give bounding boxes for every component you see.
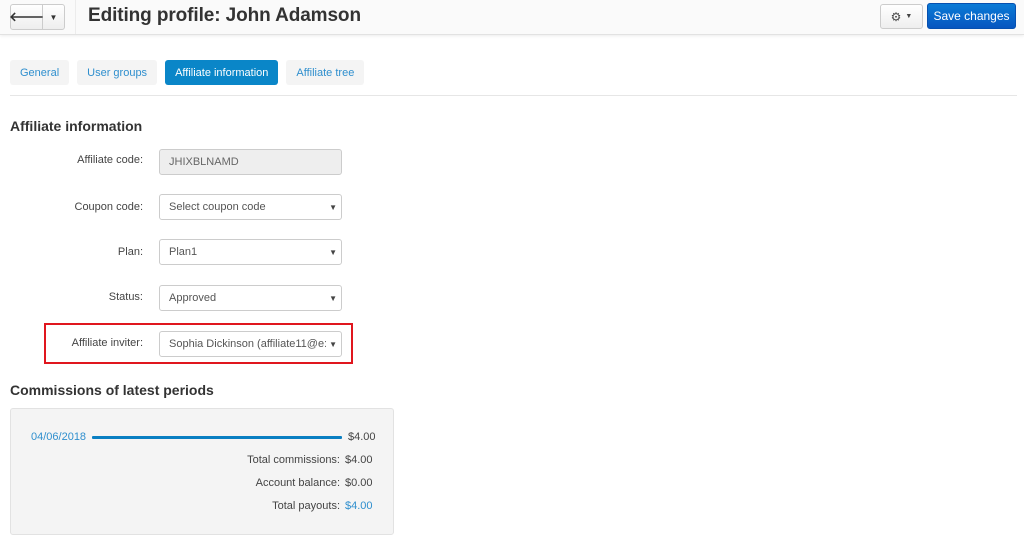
coupon-code-select[interactable]: Select coupon code ▼ bbox=[159, 194, 342, 220]
caret-down-icon: ▼ bbox=[326, 195, 337, 219]
commissions-heading: Commissions of latest periods bbox=[10, 382, 214, 398]
affiliate-code-label: Affiliate code: bbox=[77, 154, 143, 166]
caret-down-icon: ▼ bbox=[326, 332, 337, 356]
tab-affiliate-tree[interactable]: Affiliate tree bbox=[286, 60, 365, 85]
period-date-link[interactable]: 04/06/2018 bbox=[31, 431, 86, 443]
tab-affiliate-information[interactable]: Affiliate information bbox=[165, 60, 279, 85]
caret-down-icon: ▼ bbox=[326, 286, 337, 310]
navigation-button-group: 🡐 ▼ bbox=[9, 4, 65, 30]
plan-label: Plan: bbox=[117, 246, 143, 258]
affiliate-information-heading: Affiliate information bbox=[10, 118, 143, 134]
total-commissions-row: Total commissions: $4.00 bbox=[247, 454, 375, 466]
tab-general[interactable]: General bbox=[10, 60, 70, 85]
total-payouts-row: Total payouts: $4.00 bbox=[272, 500, 375, 512]
profile-tabs: General User groups Affiliate informatio… bbox=[10, 60, 365, 85]
period-amount: $4.00 bbox=[348, 431, 376, 443]
tab-user-groups[interactable]: User groups bbox=[77, 60, 158, 85]
save-changes-button[interactable]: Save changes bbox=[927, 3, 1016, 29]
arrow-left-icon: 🡐 bbox=[9, 9, 44, 24]
total-payouts-link[interactable]: $4.00 bbox=[345, 500, 375, 512]
period-bar bbox=[92, 436, 342, 439]
status-value: Approved bbox=[169, 292, 217, 304]
settings-dropdown-button[interactable]: ⚙ ▼ bbox=[880, 4, 923, 29]
page-title: Editing profile: John Adamson bbox=[88, 5, 361, 26]
affiliate-code-value: JHIXBLNAMD bbox=[169, 156, 239, 168]
coupon-code-value: Select coupon code bbox=[169, 201, 266, 213]
account-balance-row: Account balance: $0.00 bbox=[256, 477, 375, 489]
caret-down-icon: ▼ bbox=[326, 240, 337, 264]
plan-value: Plan1 bbox=[169, 246, 198, 258]
commissions-panel: 04/06/2018 $4.00 Total commissions: $4.0… bbox=[10, 408, 394, 535]
total-commissions-label: Total commissions: bbox=[247, 454, 340, 466]
affiliate-inviter-value: Sophia Dickinson (affiliate11@e: bbox=[169, 338, 328, 350]
caret-down-icon: ▼ bbox=[49, 12, 58, 22]
account-balance-label: Account balance: bbox=[255, 477, 340, 489]
account-balance-value: $0.00 bbox=[345, 477, 373, 489]
status-label: Status: bbox=[108, 291, 143, 303]
gear-icon: ⚙ bbox=[890, 9, 902, 24]
affiliate-code-field[interactable]: JHIXBLNAMD bbox=[159, 149, 342, 175]
coupon-code-label: Coupon code: bbox=[74, 201, 144, 213]
tabs-divider bbox=[10, 95, 1017, 96]
affiliate-inviter-select[interactable]: Sophia Dickinson (affiliate11@e: ▼ bbox=[159, 331, 342, 357]
period-bar-track bbox=[92, 436, 342, 439]
back-button[interactable]: 🡐 bbox=[9, 5, 44, 29]
plan-select[interactable]: Plan1 ▼ bbox=[159, 239, 342, 265]
total-payouts-label: Total payouts: bbox=[272, 500, 340, 512]
toolbar-divider bbox=[75, 0, 76, 34]
total-commissions-value: $4.00 bbox=[345, 454, 373, 466]
back-dropdown-button[interactable]: ▼ bbox=[43, 5, 64, 29]
affiliate-inviter-label: Affiliate inviter: bbox=[71, 337, 143, 349]
status-select[interactable]: Approved ▼ bbox=[159, 285, 342, 311]
top-toolbar: 🡐 ▼ Editing profile: John Adamson ⚙ ▼ Sa… bbox=[0, 0, 1024, 35]
caret-down-icon: ▼ bbox=[905, 13, 913, 20]
